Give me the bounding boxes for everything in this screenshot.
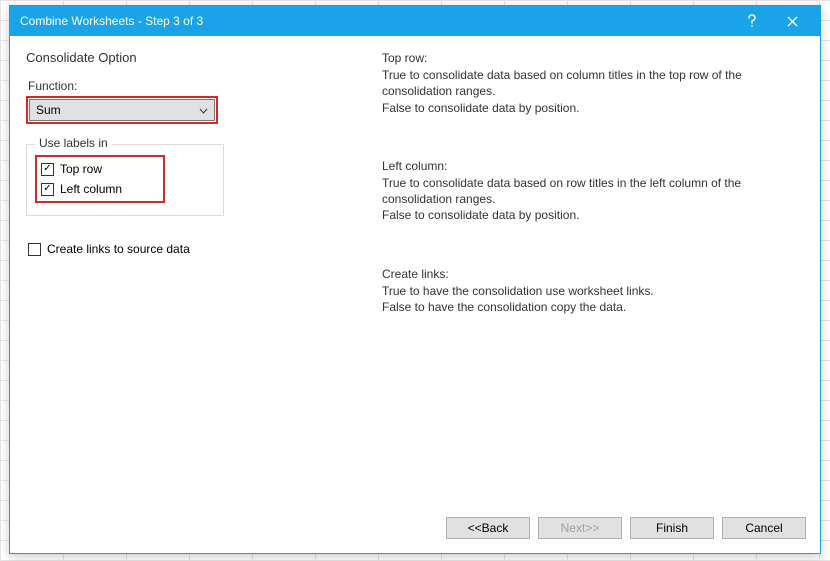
help-icon (747, 14, 757, 28)
function-label: Function: (28, 79, 356, 93)
help-create-links-title: Create links: (382, 266, 804, 282)
help-create-links-line1: True to have the consolidation use works… (382, 283, 804, 299)
create-links-label: Create links to source data (47, 242, 190, 256)
top-row-checkbox[interactable] (41, 163, 54, 176)
top-row-checkbox-row[interactable]: Top row (39, 159, 161, 179)
dialog-content: Consolidate Option Function: Sum Use lab… (10, 36, 820, 513)
help-left-column-line1: True to consolidate data based on row ti… (382, 175, 804, 207)
create-links-checkbox[interactable] (28, 243, 41, 256)
next-button: Next>> (538, 517, 622, 539)
close-button[interactable] (772, 10, 812, 32)
create-links-checkbox-row[interactable]: Create links to source data (26, 238, 356, 260)
chevron-down-icon (199, 103, 208, 117)
top-row-label: Top row (60, 162, 102, 176)
help-top-row: Top row: True to consolidate data based … (382, 50, 804, 116)
left-column-checkbox[interactable] (41, 183, 54, 196)
help-top-row-title: Top row: (382, 50, 804, 66)
labels-highlight: Top row Left column (35, 155, 165, 203)
left-column-label: Left column (60, 182, 122, 196)
function-select-value: Sum (36, 103, 61, 117)
function-select-highlight: Sum (26, 96, 218, 124)
function-select[interactable]: Sum (29, 99, 215, 121)
finish-button[interactable]: Finish (630, 517, 714, 539)
left-pane: Consolidate Option Function: Sum Use lab… (26, 50, 356, 503)
help-left-column-line2: False to consolidate data by position. (382, 207, 804, 223)
consolidate-option-title: Consolidate Option (26, 50, 356, 65)
help-top-row-line1: True to consolidate data based on column… (382, 67, 804, 99)
help-pane: Top row: True to consolidate data based … (382, 50, 804, 503)
help-top-row-line2: False to consolidate data by position. (382, 100, 804, 116)
help-create-links-line2: False to have the consolidation copy the… (382, 299, 804, 315)
help-left-column-title: Left column: (382, 158, 804, 174)
help-left-column: Left column: True to consolidate data ba… (382, 158, 804, 224)
use-labels-legend: Use labels in (35, 136, 112, 150)
cancel-button[interactable]: Cancel (722, 517, 806, 539)
back-button[interactable]: <<Back (446, 517, 530, 539)
close-icon (787, 16, 798, 27)
dialog-title: Combine Worksheets - Step 3 of 3 (20, 14, 732, 28)
left-column-checkbox-row[interactable]: Left column (39, 179, 161, 199)
help-create-links: Create links: True to have the consolida… (382, 266, 804, 316)
use-labels-fieldset: Use labels in Top row Left column (26, 144, 224, 216)
dialog-footer: <<Back Next>> Finish Cancel (10, 513, 820, 553)
combine-worksheets-dialog: Combine Worksheets - Step 3 of 3 Consoli… (9, 5, 821, 554)
titlebar: Combine Worksheets - Step 3 of 3 (10, 6, 820, 36)
help-button[interactable] (732, 10, 772, 32)
